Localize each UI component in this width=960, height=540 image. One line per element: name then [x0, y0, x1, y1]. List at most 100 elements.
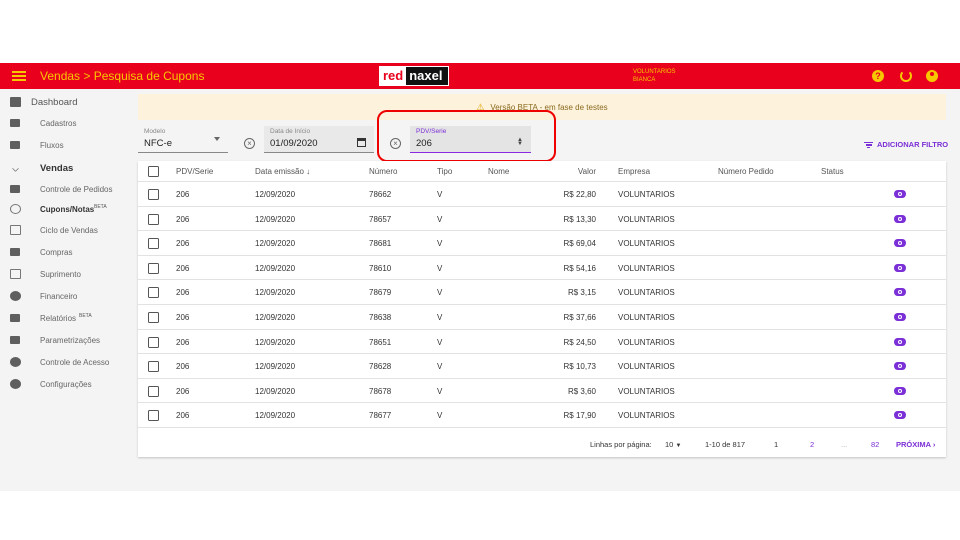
view-icon[interactable] — [894, 386, 906, 395]
sidebar-item-label: Vendas — [40, 162, 74, 174]
sidebar-item-compras[interactable]: Compras — [0, 242, 136, 262]
row-checkbox[interactable] — [148, 213, 159, 225]
col-numero[interactable]: Número — [369, 167, 397, 176]
view-icon[interactable] — [894, 263, 906, 272]
page-82[interactable]: 82 — [871, 440, 879, 449]
cell-data: 12/09/2020 — [255, 313, 296, 322]
col-data[interactable]: Data emissão ↓ — [255, 167, 310, 176]
search-receipt-icon — [10, 204, 21, 214]
col-tipo[interactable]: Tipo — [437, 167, 452, 176]
row-checkbox[interactable] — [148, 410, 159, 422]
sidebar-item-ciclo-de-vendas[interactable]: Ciclo de Vendas — [0, 220, 136, 240]
select-all-checkbox[interactable] — [148, 166, 159, 177]
row-checkbox[interactable] — [148, 287, 159, 299]
add-filter-button[interactable]: ADICIONAR FILTRO — [864, 140, 948, 150]
col-empresa[interactable]: Empresa — [618, 167, 650, 176]
next-page-button[interactable]: PRÓXIMA › — [896, 440, 935, 449]
sidebar-item-configura-es[interactable]: Configurações — [0, 374, 136, 394]
sidebar-item-label: Parametrizações — [40, 335, 101, 345]
sidebar-item-fluxos[interactable]: Fluxos — [0, 135, 136, 155]
rows-per-page-value: 10 — [665, 440, 674, 449]
menu-icon[interactable] — [12, 69, 26, 83]
account-icon[interactable] — [926, 70, 938, 82]
view-icon[interactable] — [894, 411, 906, 420]
sidebar-item-label: Financeiro — [40, 291, 78, 301]
rows-per-page-select[interactable]: 10 ▼ — [665, 440, 681, 449]
calendar-icon[interactable] — [357, 138, 366, 147]
app-frame: Vendas > Pesquisa de Cupons red naxel VO… — [0, 63, 960, 491]
page-2[interactable]: 2 — [810, 440, 814, 449]
sidebar-item-dashboard[interactable]: Dashboard — [0, 92, 136, 112]
view-icon[interactable] — [894, 239, 906, 248]
row-checkbox[interactable] — [148, 361, 159, 373]
row-checkbox[interactable] — [148, 189, 159, 200]
print-icon — [10, 314, 20, 322]
sidebar-item-label: Configurações — [40, 379, 92, 389]
dashboard-icon — [10, 97, 21, 107]
sidebar-item-controle-de-pedidos[interactable]: Controle de Pedidos — [0, 179, 136, 199]
modelo-select[interactable]: Modelo NFC-e — [138, 126, 228, 153]
col-pedido[interactable]: Número Pedido — [718, 167, 774, 176]
sidebar-item-label: Controle de Pedidos — [40, 184, 113, 194]
view-icon[interactable] — [894, 313, 906, 321]
cell-pdv: 206 — [176, 362, 190, 372]
cell-empresa: VOLUNTARIOS — [618, 313, 675, 322]
highlight-outline — [377, 110, 556, 162]
clear-modelo-icon[interactable]: × — [244, 138, 255, 149]
building-icon — [10, 248, 20, 256]
col-data-label: Data emissão — [255, 167, 304, 176]
data-inicio-field[interactable]: Data de Início 01/09/2020 — [264, 126, 374, 153]
sidebar-item-cadastros[interactable]: Cadastros — [0, 113, 136, 133]
sidebar-item-suprimento[interactable]: Suprimento — [0, 264, 136, 284]
row-checkbox[interactable] — [148, 385, 159, 397]
row-checkbox[interactable] — [148, 336, 159, 348]
sidebar-item-controle-de-acesso[interactable]: Controle de Acesso — [0, 352, 136, 372]
cell-tipo: V — [437, 214, 443, 224]
chevron-down-icon — [11, 164, 20, 172]
view-icon[interactable] — [894, 190, 906, 198]
sidebar-item-parametriza-es[interactable]: Parametrizações — [0, 330, 136, 350]
beta-badge: BETA — [79, 313, 92, 319]
view-icon[interactable] — [894, 337, 906, 346]
table-row: 206 12/09/2020 78638 V R$ 37,66 VOLUNTARIOS — [138, 305, 946, 330]
caret-down-icon: ▼ — [675, 443, 682, 449]
col-pdv[interactable]: PDV/Serie — [176, 167, 213, 176]
refresh-icon[interactable] — [900, 70, 912, 82]
view-icon[interactable] — [894, 214, 906, 223]
sidebar-item-label: Cupons/Notas — [40, 204, 95, 214]
table-header: PDV/Serie Data emissão ↓ Número Tipo Nom… — [138, 161, 946, 182]
rows-per-page-label: Linhas por página: — [590, 440, 652, 449]
cell-empresa: VOLUNTARIOS — [618, 214, 675, 224]
view-icon[interactable] — [894, 362, 906, 371]
cell-numero: 78681 — [369, 239, 392, 249]
cell-valor: R$ 10,73 — [563, 362, 596, 372]
cell-pdv: 206 — [176, 214, 190, 224]
cell-pdv: 206 — [176, 337, 190, 347]
cell-tipo: V — [437, 288, 443, 298]
logo-black-text: naxel — [406, 67, 448, 85]
cell-valor: R$ 69,04 — [563, 239, 596, 249]
col-status[interactable]: Status — [821, 167, 844, 176]
view-icon[interactable] — [894, 288, 906, 297]
col-valor[interactable]: Valor — [578, 167, 596, 176]
row-checkbox[interactable] — [148, 312, 159, 323]
page-1[interactable]: 1 — [774, 440, 778, 449]
row-checkbox[interactable] — [148, 238, 159, 250]
sidebar-item-financeiro[interactable]: Financeiro — [0, 286, 136, 306]
cell-tipo: V — [437, 313, 443, 322]
sidebar-item-cupons-notas[interactable]: Cupons/Notas BETA — [0, 199, 136, 219]
cell-empresa: VOLUNTARIOS — [618, 288, 675, 298]
sidebar-item-vendas[interactable]: Vendas — [0, 158, 136, 178]
cell-empresa: VOLUNTARIOS — [618, 190, 675, 199]
sidebar-item-label: Fluxos — [40, 140, 64, 150]
cell-tipo: V — [437, 239, 443, 249]
sidebar-item-relat-rios[interactable]: Relatórios BETA — [0, 308, 136, 328]
help-icon[interactable]: ? — [872, 70, 884, 82]
cell-data: 12/09/2020 — [255, 214, 296, 224]
col-nome[interactable]: Nome — [488, 167, 509, 176]
results-table: PDV/Serie Data emissão ↓ Número Tipo Nom… — [138, 161, 946, 457]
sidebar-item-label: Ciclo de Vendas — [40, 225, 98, 235]
cell-data: 12/09/2020 — [255, 288, 296, 298]
cell-valor: R$ 17,90 — [563, 411, 596, 421]
row-checkbox[interactable] — [148, 262, 159, 274]
